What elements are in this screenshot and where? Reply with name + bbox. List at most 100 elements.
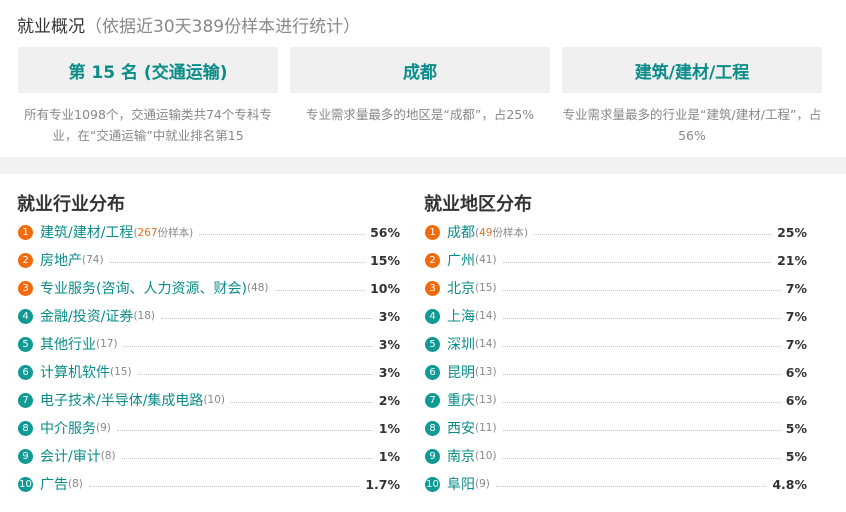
dotted-leader <box>161 317 373 319</box>
industry-name-link[interactable]: 广告 <box>40 474 68 494</box>
industry-count: (8) <box>68 478 83 490</box>
industry-name-link[interactable]: 专业服务(咨询、人力资源、财会) <box>40 278 247 298</box>
distribution-panel: 就业行业分布 1 建筑/建材/工程 (267份样本) 56% 2 房地产 (74) 15% 3 专… <box>0 174 846 512</box>
industry-row: 10 广告 (8) 1.7% <box>18 470 400 498</box>
overview-panel: 就业概况（依据近30天389份样本进行统计） 第 15 名 (交通运输) 所有专… <box>0 0 846 157</box>
rank-badge: 9 <box>18 448 33 464</box>
rank-badge: 3 <box>18 280 33 296</box>
industry-percent: 3% <box>378 336 400 352</box>
industry-percent: 1% <box>378 420 400 436</box>
industry-name-link[interactable]: 建筑/建材/工程 <box>40 222 133 242</box>
region-name-link[interactable]: 广州 <box>447 250 475 270</box>
region-row: 3 北京 (15) 7% <box>425 274 807 302</box>
region-row: 6 昆明 (13) 6% <box>425 358 807 386</box>
industry-count: (18) <box>133 310 155 322</box>
region-name-link[interactable]: 阜阳 <box>447 474 475 494</box>
industry-name-link[interactable]: 其他行业 <box>40 334 96 354</box>
industry-card: 建筑/建材/工程 <box>562 47 822 93</box>
industry-count: (267份样本) <box>133 225 193 240</box>
industry-name-link[interactable]: 电子技术/半导体/集成电路 <box>40 390 203 410</box>
industry-row: 1 建筑/建材/工程 (267份样本) 56% <box>18 218 400 246</box>
region-name-link[interactable]: 深圳 <box>447 334 475 354</box>
region-count: (10) <box>475 450 497 462</box>
region-count: (15) <box>475 282 497 294</box>
rank-badge: 10 <box>18 476 33 492</box>
rank-badge: 4 <box>425 308 440 324</box>
region-section-title: 就业地区分布 <box>424 194 532 215</box>
dotted-leader <box>502 457 780 459</box>
region-name-link[interactable]: 南京 <box>447 446 475 466</box>
region-count: (41) <box>475 254 497 266</box>
rank-badge: 5 <box>18 336 33 352</box>
region-percent: 6% <box>785 392 807 408</box>
region-percent: 7% <box>785 336 807 352</box>
region-row: 8 西安 (11) 5% <box>425 414 807 442</box>
dotted-leader <box>502 373 780 375</box>
industry-count: (48) <box>246 282 269 294</box>
dotted-leader <box>88 485 360 487</box>
region-count: (14) <box>475 310 497 322</box>
count-tail: 份样本) <box>492 226 529 239</box>
region-percent: 25% <box>777 224 807 240</box>
region-count: (9) <box>475 478 490 490</box>
industry-name-link[interactable]: 金融/投资/证券 <box>40 306 133 326</box>
dotted-leader <box>199 233 365 235</box>
region-percent: 5% <box>785 420 807 436</box>
region-row: 7 重庆 (13) 6% <box>425 386 807 414</box>
industry-list: 1 建筑/建材/工程 (267份样本) 56% 2 房地产 (74) 15% 3 专业服务(咨询、… <box>18 218 400 498</box>
region-count: (13) <box>475 366 497 378</box>
industry-percent: 10% <box>370 280 400 296</box>
industry-percent: 2% <box>378 392 400 408</box>
industry-percent: 56% <box>370 224 400 240</box>
dotted-leader <box>502 317 780 319</box>
industry-row: 4 金融/投资/证券 (18) 3% <box>18 302 400 330</box>
region-name-link[interactable]: 西安 <box>447 418 475 438</box>
dotted-leader <box>502 261 772 263</box>
industry-card-value: 建筑/建材/工程 <box>634 62 750 83</box>
dotted-leader <box>502 345 780 347</box>
industry-name-link[interactable]: 计算机软件 <box>40 362 110 382</box>
industry-count: (10) <box>203 394 225 406</box>
region-percent: 6% <box>785 364 807 380</box>
industry-row: 8 中介服务 (9) 1% <box>18 414 400 442</box>
region-row: 1 成都 (49份样本) 25% <box>425 218 807 246</box>
region-percent: 21% <box>777 252 807 268</box>
industry-row: 5 其他行业 (17) 3% <box>18 330 400 358</box>
industry-count: (15) <box>110 366 132 378</box>
industry-count: (8) <box>100 450 116 462</box>
industry-card-desc: 专业需求量最多的行业是“建筑/建材/工程”，占56% <box>562 107 822 143</box>
region-name-link[interactable]: 重庆 <box>447 390 475 410</box>
region-row: 2 广州 (41) 21% <box>425 246 807 274</box>
industry-name-link[interactable]: 房地产 <box>40 250 82 270</box>
region-card-desc: 专业需求量最多的地区是“成都”，占25% <box>305 107 535 122</box>
region-name-link[interactable]: 昆明 <box>447 362 475 382</box>
dotted-leader <box>495 485 767 487</box>
industry-count: (74) <box>82 254 104 266</box>
rank-card-value: 第 15 名 (交通运输) <box>68 62 228 83</box>
region-percent: 4.8% <box>772 476 807 492</box>
industry-name-link[interactable]: 中介服务 <box>40 418 96 438</box>
rank-badge: 8 <box>18 420 33 436</box>
rank-badge: 7 <box>18 392 33 408</box>
region-row: 9 南京 (10) 5% <box>425 442 807 470</box>
industry-row: 3 专业服务(咨询、人力资源、财会) (48) 10% <box>18 274 400 302</box>
rank-badge: 8 <box>425 420 440 436</box>
region-name-link[interactable]: 上海 <box>447 306 475 326</box>
dotted-leader <box>123 345 373 347</box>
region-name-link[interactable]: 成都 <box>447 222 475 242</box>
rank-badge: 2 <box>425 252 440 268</box>
industry-name-link[interactable]: 会计/审计 <box>40 446 101 466</box>
industry-percent: 1.7% <box>365 476 400 492</box>
region-name-link[interactable]: 北京 <box>447 278 475 298</box>
industry-percent: 1% <box>378 448 400 464</box>
industry-percent: 3% <box>378 308 400 324</box>
dotted-leader <box>274 289 365 291</box>
region-percent: 7% <box>785 280 807 296</box>
rank-badge: 2 <box>18 252 33 268</box>
industry-row: 2 房地产 (74) 15% <box>18 246 400 274</box>
rank-card: 第 15 名 (交通运输) <box>18 47 278 93</box>
count-value: 49 <box>479 226 493 239</box>
industry-percent: 3% <box>378 364 400 380</box>
rank-badge: 6 <box>425 364 440 380</box>
region-count: (13) <box>475 394 497 406</box>
